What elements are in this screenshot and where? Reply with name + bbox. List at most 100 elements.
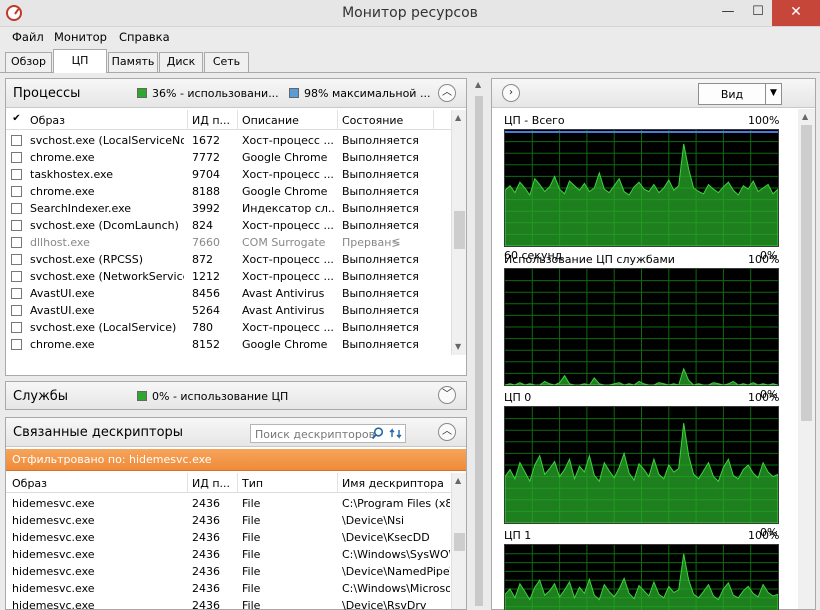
- handles-search-input[interactable]: Поиск дескрипторов: [250, 424, 406, 443]
- processes-section: Процессы 36% - использовани... 98% макси…: [5, 78, 467, 376]
- handle-name: C:\Windows\Microso: [342, 582, 450, 595]
- close-button[interactable]: ✕: [772, 0, 820, 26]
- process-checkbox[interactable]: [11, 339, 22, 350]
- process-row[interactable]: chrome.exe 7772 Google Chrome Выполняется: [6, 149, 452, 166]
- process-row[interactable]: svchost.exe (DcomLaunch) 824 Хост-процесс …: [6, 217, 452, 234]
- col-state[interactable]: Состояние: [342, 114, 403, 127]
- process-description: Google Chrome: [242, 338, 328, 351]
- process-description: Хост-процесс ...: [242, 168, 334, 181]
- handle-row[interactable]: hidemesvc.exe 2436 File \Device\RsvDrv: [6, 597, 452, 610]
- tab-disk[interactable]: Диск: [159, 52, 203, 72]
- tab-memory[interactable]: Память: [108, 52, 158, 72]
- graph-svg: [505, 269, 778, 385]
- processes-header[interactable]: Процессы 36% - использовани... 98% макси…: [6, 79, 466, 108]
- process-checkbox[interactable]: [11, 288, 22, 299]
- handles-col-pid[interactable]: ИД п...: [192, 477, 230, 490]
- process-checkbox[interactable]: [11, 305, 22, 316]
- process-checkbox[interactable]: [11, 254, 22, 265]
- handle-row[interactable]: hidemesvc.exe 2436 File C:\Program Files (x…: [6, 495, 452, 512]
- handles-col-type[interactable]: Тип: [242, 477, 263, 490]
- search-placeholder: Поиск дескрипторов: [255, 428, 376, 441]
- process-row[interactable]: svchost.exe (LocalServiceNo... 1672 Хост-п…: [6, 132, 452, 149]
- process-checkbox[interactable]: [11, 203, 22, 214]
- scrollbar-thumb[interactable]: [454, 533, 465, 551]
- handle-row[interactable]: hidemesvc.exe 2436 File \Device\NamedPipe\5: [6, 563, 452, 580]
- process-image: AvastUI.exe: [30, 287, 95, 300]
- handles-header[interactable]: Связанные дескрипторы Поиск дескрипторов…: [6, 418, 466, 447]
- search-icon[interactable]: [371, 427, 384, 440]
- process-checkbox[interactable]: [11, 237, 22, 248]
- graph-title: ЦП 0: [504, 391, 532, 404]
- process-row[interactable]: chrome.exe 8152 Google Chrome Выполняется: [6, 336, 452, 353]
- handles-col-name[interactable]: Имя дескриптора: [342, 477, 444, 490]
- menu-help[interactable]: Справка: [119, 30, 170, 44]
- process-row[interactable]: AvastUI.exe 8456 Avast Antivirus Выполняетс…: [6, 285, 452, 302]
- process-checkbox[interactable]: [11, 135, 22, 146]
- pane-splitter[interactable]: ▲: [471, 78, 487, 610]
- process-pid: 3992: [192, 202, 220, 215]
- scrollbar-thumb[interactable]: [801, 125, 812, 421]
- process-checkbox[interactable]: [11, 152, 22, 163]
- process-row[interactable]: chrome.exe 8188 Google Chrome Выполняется: [6, 183, 452, 200]
- chevron-down-icon[interactable]: ▼: [765, 84, 781, 104]
- process-checkbox[interactable]: [11, 271, 22, 282]
- process-row[interactable]: svchost.exe (LocalService) 780 Хост-процес…: [6, 319, 452, 336]
- minimize-button[interactable]: —: [713, 0, 743, 26]
- max-frequency-swatch: [289, 88, 299, 98]
- process-row[interactable]: svchost.exe (RPCSS) 872 Хост-процесс ... Вы…: [6, 251, 452, 268]
- process-pid: 8188: [192, 185, 220, 198]
- process-description: Avast Antivirus: [242, 287, 325, 300]
- process-row[interactable]: taskhostex.exe 9704 Хост-процесс ... Выполн…: [6, 166, 452, 183]
- splitter-up-arrow[interactable]: ▲: [475, 80, 481, 89]
- scroll-up-arrow[interactable]: ▲: [455, 476, 461, 485]
- menu-file[interactable]: Файл: [12, 30, 44, 44]
- tab-overview[interactable]: Обзор: [5, 52, 52, 72]
- menu-monitor[interactable]: Монитор: [54, 30, 107, 44]
- scroll-up-arrow[interactable]: ▲: [455, 113, 461, 122]
- process-description: Индексатор сл...: [242, 202, 335, 215]
- handle-row[interactable]: hidemesvc.exe 2436 File C:\Windows\SysWOW: [6, 546, 452, 563]
- tab-cpu[interactable]: ЦП: [53, 49, 107, 73]
- scrollbar-thumb[interactable]: [454, 211, 465, 249]
- col-image[interactable]: Образ: [30, 114, 65, 127]
- select-all-checkbox[interactable]: ✔: [11, 114, 22, 125]
- window-title: Монитор ресурсов: [342, 5, 478, 21]
- process-pid: 780: [192, 321, 213, 334]
- process-row[interactable]: svchost.exe (NetworkService) 1212 Хост-про…: [6, 268, 452, 285]
- handle-row[interactable]: hidemesvc.exe 2436 File C:\Windows\Microso: [6, 580, 452, 597]
- process-checkbox[interactable]: [11, 220, 22, 231]
- process-state: Выполняется: [342, 185, 419, 198]
- splitter-thumb[interactable]: [475, 96, 483, 606]
- maximize-button[interactable]: ☐: [743, 0, 773, 26]
- col-pid[interactable]: ИД п...: [192, 114, 230, 127]
- scroll-down-arrow[interactable]: ▼: [455, 342, 461, 351]
- process-state: Выполняется: [342, 253, 419, 266]
- process-checkbox[interactable]: [11, 169, 22, 180]
- process-state: Выполняется: [342, 202, 419, 215]
- process-checkbox[interactable]: [11, 322, 22, 333]
- process-pid: 7660: [192, 236, 220, 249]
- process-image: chrome.exe: [30, 338, 95, 351]
- collapse-processes-button[interactable]: ︿: [438, 84, 456, 102]
- collapse-graphs-button[interactable]: ›: [502, 84, 520, 102]
- handle-row[interactable]: hidemesvc.exe 2436 File \Device\Nsi: [6, 512, 452, 529]
- tab-network[interactable]: Сеть: [204, 52, 249, 72]
- col-description[interactable]: Описание: [242, 114, 299, 127]
- menu-bar: Файл Монитор Справка: [0, 28, 820, 48]
- process-row[interactable]: SearchIndexer.exe 3992 Индексатор сл... Вып…: [6, 200, 452, 217]
- handles-col-image[interactable]: Образ: [12, 477, 47, 490]
- handle-row[interactable]: hidemesvc.exe 2436 File \Device\KsecDD: [6, 529, 452, 546]
- collapse-handles-button[interactable]: ︿: [438, 423, 456, 441]
- view-dropdown[interactable]: Вид ▼: [698, 83, 782, 105]
- refresh-icon[interactable]: [389, 427, 403, 440]
- process-row[interactable]: AvastUI.exe 5264 Avast Antivirus Выполняетс…: [6, 302, 452, 319]
- services-header[interactable]: Службы 0% - использование ЦП ﹀: [6, 382, 466, 409]
- process-row[interactable]: dllhost.exe 7660 COM Surrogate Прерван≶: [6, 234, 452, 251]
- processes-scrollbar[interactable]: ▲ ▼: [451, 110, 466, 355]
- process-state: Выполняется: [342, 219, 419, 232]
- handles-scrollbar[interactable]: ▲: [451, 473, 466, 609]
- process-checkbox[interactable]: [11, 186, 22, 197]
- expand-services-button[interactable]: ﹀: [438, 386, 456, 404]
- scroll-up-arrow[interactable]: ▲: [802, 112, 808, 121]
- graphs-scrollbar[interactable]: ▲: [798, 109, 815, 609]
